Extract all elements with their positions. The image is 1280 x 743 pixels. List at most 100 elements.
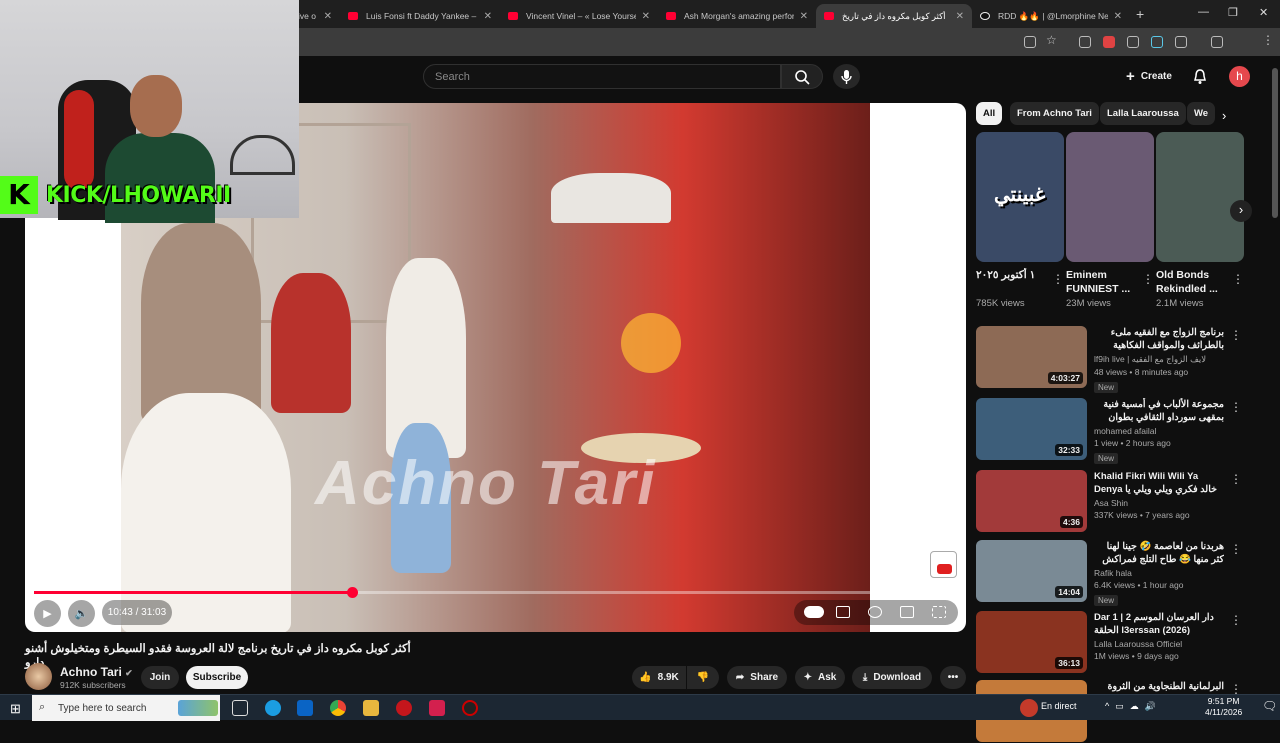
recommendation-title[interactable]: Dar 1 دار العرسان الموسم 2 | الحلقة l3er… bbox=[1094, 611, 1224, 637]
restore-icon[interactable]: ❐ bbox=[1228, 6, 1238, 19]
more-vertical-icon[interactable]: ⋮ bbox=[1232, 272, 1244, 286]
chip-from-channel[interactable]: From Achno Tari bbox=[1010, 102, 1099, 125]
subscribe-button[interactable]: Subscribe bbox=[186, 666, 248, 689]
browser-tab[interactable]: Vincent Vinel – « Lose Yourself ✕ bbox=[500, 4, 658, 28]
shelf-title[interactable]: Old Bonds Rekindled ... bbox=[1156, 268, 1244, 296]
more-vertical-icon[interactable]: ⋮ bbox=[1230, 400, 1242, 414]
media-control-icon[interactable] bbox=[1211, 36, 1223, 48]
channel-name[interactable]: Achno Tari ✔ bbox=[60, 665, 133, 679]
search-input[interactable]: Search bbox=[423, 64, 781, 89]
recommendation-thumbnail[interactable]: 36:13 bbox=[976, 611, 1087, 673]
windows-start-icon[interactable]: ⊞ bbox=[10, 701, 21, 717]
share-button[interactable]: ➦ Share bbox=[727, 666, 787, 689]
app-icon[interactable] bbox=[429, 700, 445, 716]
minimize-icon[interactable]: — bbox=[1198, 6, 1209, 18]
menu-icon[interactable]: ⋮ bbox=[1262, 33, 1274, 47]
dislike-button[interactable]: 👎 bbox=[687, 666, 719, 689]
recommendation-item[interactable]: 36:13 Dar 1 دار العرسان الموسم 2 | الحلقة… bbox=[976, 611, 1244, 674]
extensions-puzzle-icon[interactable] bbox=[1175, 36, 1187, 48]
task-view-icon[interactable] bbox=[232, 700, 248, 716]
live-label[interactable]: En direct bbox=[1041, 701, 1077, 711]
volume-button[interactable]: 🔈 bbox=[68, 600, 95, 627]
more-vertical-icon[interactable]: ⋮ bbox=[1052, 272, 1064, 286]
more-vertical-icon[interactable]: ⋮ bbox=[1142, 272, 1154, 286]
bookmark-star-icon[interactable]: ☆ bbox=[1046, 33, 1058, 47]
more-actions-button[interactable]: ••• bbox=[940, 666, 966, 689]
recommendation-title[interactable]: برنامج الزواج مع الفقيه ملىء بالطرائف وا… bbox=[1094, 326, 1224, 352]
app-icon[interactable] bbox=[462, 700, 478, 716]
browser-tab[interactable]: Ash Morgan's amazing perform ✕ bbox=[658, 4, 816, 28]
recommendation-item[interactable]: 4:03:27 برنامج الزواج مع الفقيه ملىء بالط… bbox=[976, 326, 1244, 393]
ask-button[interactable]: ✦ Ask bbox=[795, 666, 845, 689]
like-button[interactable]: 👍 8.9K bbox=[632, 666, 686, 689]
window-close-icon[interactable]: ✕ bbox=[1259, 6, 1268, 19]
more-vertical-icon[interactable]: ⋮ bbox=[1230, 542, 1242, 556]
recommendation-title[interactable]: Khalid Fikri Wili Wili Ya Denya خالد فكر… bbox=[1094, 470, 1224, 496]
close-icon[interactable]: ✕ bbox=[800, 11, 808, 22]
system-tray-icons[interactable]: ^▭☁🔊 bbox=[1105, 701, 1162, 712]
recommendation-channel[interactable]: lf9ih live | لايف الزواج مع الفقيه bbox=[1094, 354, 1224, 365]
new-tab-icon[interactable]: + bbox=[1136, 6, 1144, 22]
recommendation-thumbnail[interactable]: 14:04 bbox=[976, 540, 1087, 602]
recommendation-item[interactable]: 4:36 Khalid Fikri Wili Wili Ya Denya خالد… bbox=[976, 470, 1244, 533]
edge-icon[interactable] bbox=[265, 700, 281, 716]
shelf-next-icon[interactable]: › bbox=[1230, 200, 1252, 222]
more-vertical-icon[interactable]: ⋮ bbox=[1230, 472, 1242, 486]
recommendation-thumbnail[interactable]: 32:33 bbox=[976, 398, 1087, 460]
autoplay-toggle[interactable] bbox=[804, 606, 824, 618]
scrollbar-thumb[interactable] bbox=[1272, 68, 1278, 218]
browser-tab-active[interactable]: أكثر كوبل مكروه داز في تاريخ ✕ bbox=[816, 4, 972, 28]
clock[interactable]: 9:51 PM 4/11/2026 bbox=[1205, 696, 1242, 718]
recommendation-channel[interactable]: mohamed afailal bbox=[1094, 426, 1224, 436]
create-button[interactable]: + Create bbox=[1120, 64, 1178, 89]
extension-icon[interactable] bbox=[1127, 36, 1139, 48]
chips-next-icon[interactable]: › bbox=[1222, 108, 1226, 123]
chrome-icon[interactable] bbox=[330, 700, 346, 716]
user-avatar[interactable]: h bbox=[1229, 66, 1250, 87]
browser-tab[interactable]: RDD 🔥🔥 | @Lmorphine Next ✕ bbox=[972, 4, 1130, 28]
app-icon[interactable] bbox=[396, 700, 412, 716]
news-widget-icon[interactable] bbox=[178, 700, 218, 716]
recommendation-item[interactable]: 32:33 مجموعة الألباب في أمسية فنية بمقهى … bbox=[976, 398, 1244, 464]
install-icon[interactable] bbox=[1024, 36, 1036, 48]
app-icon[interactable] bbox=[297, 700, 313, 716]
page-scrollbar[interactable] bbox=[1270, 56, 1280, 694]
theater-mode-icon[interactable] bbox=[900, 606, 914, 618]
recommendation-title[interactable]: مجموعة الألباب في أمسية فنية بمقهى سوردا… bbox=[1094, 398, 1224, 424]
play-button[interactable]: ▶ bbox=[34, 600, 61, 627]
more-vertical-icon[interactable]: ⋮ bbox=[1230, 328, 1242, 342]
voice-search-button[interactable] bbox=[833, 64, 860, 89]
chip-more[interactable]: We bbox=[1187, 102, 1216, 125]
channel-avatar[interactable] bbox=[25, 663, 52, 690]
extension-icon[interactable] bbox=[1079, 36, 1091, 48]
recommendation-channel[interactable]: Rafik hala bbox=[1094, 568, 1224, 578]
recommendation-channel[interactable]: Lalla Laaroussa Officiel bbox=[1094, 639, 1224, 649]
download-button[interactable]: ⤓ Download bbox=[852, 666, 932, 689]
shelf-thumbnail[interactable] bbox=[1066, 132, 1154, 262]
close-icon[interactable]: ✕ bbox=[484, 11, 492, 22]
settings-gear-icon[interactable] bbox=[868, 606, 882, 618]
more-vertical-icon[interactable]: ⋮ bbox=[1230, 613, 1242, 627]
chip-all[interactable]: All bbox=[976, 102, 1003, 125]
shelf-title[interactable]: Eminem FUNNIEST ... bbox=[1066, 268, 1154, 296]
captions-icon[interactable] bbox=[836, 606, 850, 618]
recommendation-thumbnail[interactable]: 4:36 bbox=[976, 470, 1087, 532]
shelf-title[interactable]: ١ أكتوبر ٢٠٢٥ bbox=[976, 268, 1064, 296]
join-button[interactable]: Join bbox=[141, 666, 179, 689]
translate-icon[interactable] bbox=[1151, 36, 1163, 48]
recommendation-title[interactable]: هربدنا من لعاصمة 🤣 جينا لهنا كثر منها 😂 … bbox=[1094, 540, 1224, 566]
search-button[interactable] bbox=[781, 64, 823, 89]
recommendation-thumbnail[interactable]: 4:03:27 bbox=[976, 326, 1087, 388]
progress-bar[interactable] bbox=[34, 587, 957, 598]
close-icon[interactable]: ✕ bbox=[324, 11, 332, 22]
adblock-icon[interactable] bbox=[1103, 36, 1115, 48]
close-icon[interactable]: ✕ bbox=[642, 11, 650, 22]
notifications-icon[interactable]: 🗨 bbox=[1262, 699, 1277, 713]
shelf-thumbnail[interactable]: غبينتي bbox=[976, 132, 1064, 262]
fullscreen-icon[interactable] bbox=[932, 606, 946, 618]
shelf-thumbnail[interactable] bbox=[1156, 132, 1244, 262]
file-explorer-icon[interactable] bbox=[363, 700, 379, 716]
close-icon[interactable]: ✕ bbox=[1114, 11, 1122, 22]
close-icon[interactable]: ✕ bbox=[956, 11, 964, 22]
chip-lalla-laaroussa[interactable]: Lalla Laaroussa bbox=[1100, 102, 1186, 125]
